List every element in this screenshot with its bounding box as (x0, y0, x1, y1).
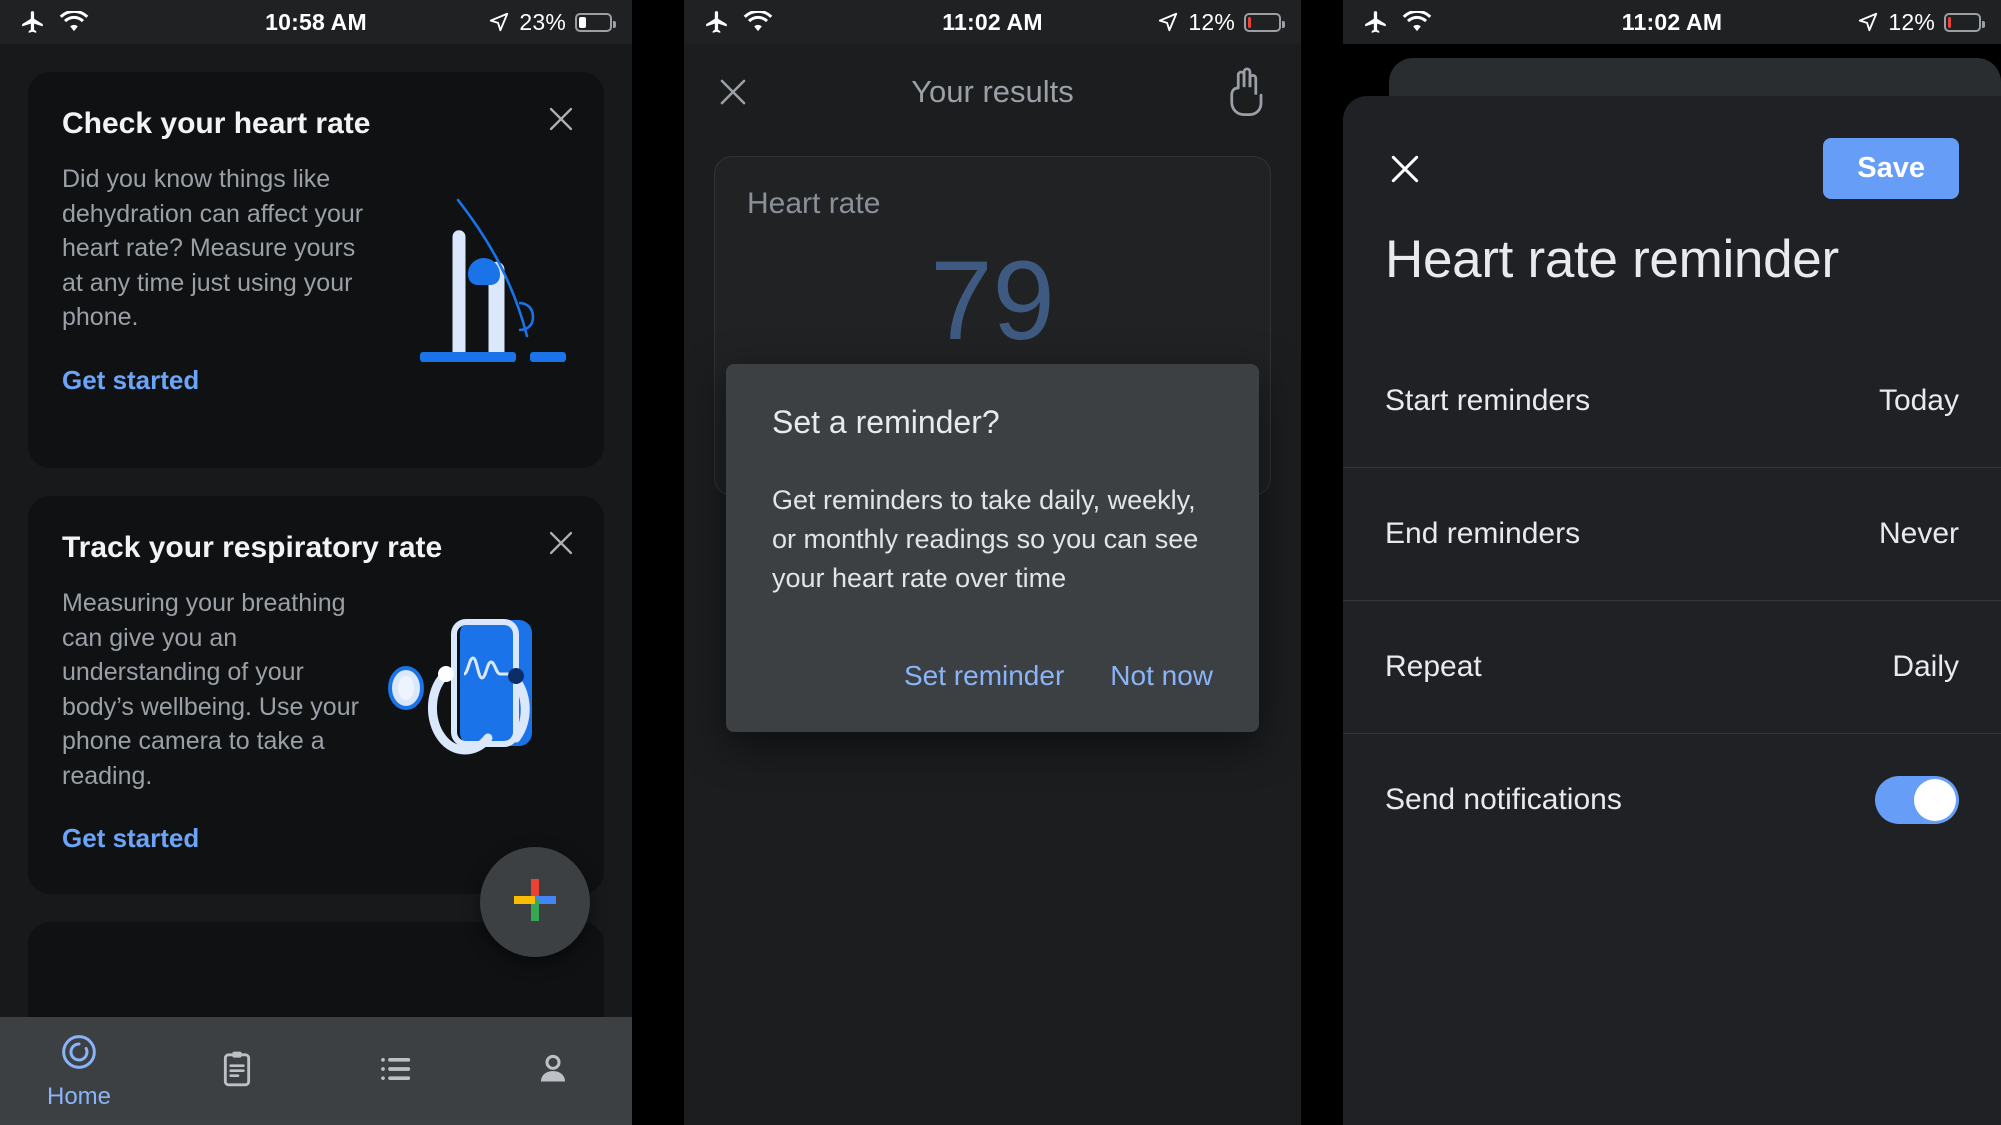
get-started-link[interactable]: Get started (62, 823, 199, 854)
airplane-icon (1363, 9, 1389, 35)
row-value: Never (1878, 517, 1959, 550)
battery-icon (1944, 12, 1985, 32)
fingertip-hand-icon[interactable] (1225, 66, 1271, 118)
toggle-knob (1914, 779, 1956, 821)
battery-percent: 12% (1888, 8, 1935, 35)
sheet-header: Save (1343, 96, 2001, 199)
result-label: Heart rate (747, 187, 881, 220)
google-plus-icon (508, 873, 562, 932)
bottom-navigation: Home (0, 1017, 632, 1125)
panel-divider-2 (1301, 0, 1343, 1125)
set-reminder-button[interactable]: Set reminder (904, 660, 1064, 692)
reminder-sheet: Save Heart rate reminder Start reminders… (1343, 96, 2001, 1125)
battery-percent: 12% (1188, 8, 1235, 35)
location-arrow-icon (1157, 11, 1179, 33)
phone-panel-results: 11:02 AM 12% Your results Heart rate 79 … (684, 0, 1301, 1125)
wifi-icon (1402, 11, 1432, 33)
get-started-link[interactable]: Get started (62, 365, 199, 396)
row-send-notifications[interactable]: Send notifications (1343, 733, 2001, 866)
battery-icon (1244, 12, 1285, 32)
nav-item-label: Home (46, 1082, 112, 1110)
reminder-settings-screen: Save Heart rate reminder Start reminders… (1343, 44, 2001, 1125)
battery-icon (575, 12, 616, 32)
status-bar-panel1: 10:58 AM 23% (0, 0, 632, 44)
card-title: Check your heart rate (62, 107, 371, 140)
activity-ring-icon (59, 1032, 99, 1077)
fingertip-on-phone-illustration (394, 182, 574, 362)
not-now-button[interactable]: Not now (1110, 660, 1213, 692)
row-end-reminders[interactable]: End reminders Never (1343, 467, 2001, 600)
close-icon[interactable] (714, 73, 752, 111)
status-bar-panel2: 11:02 AM 12% (684, 0, 1301, 44)
card-title: Track your respiratory rate (62, 531, 443, 564)
close-icon[interactable] (544, 102, 578, 136)
location-arrow-icon (1857, 11, 1879, 33)
dialog-title: Set a reminder? (772, 404, 1000, 440)
row-label: Send notifications (1385, 783, 1622, 816)
panel-divider (632, 0, 684, 1125)
row-repeat[interactable]: Repeat Daily (1343, 600, 2001, 733)
card-body: Measuring your breathing can give you an… (62, 589, 359, 790)
dialog-body: Get reminders to take daily, weekly, or … (772, 485, 1199, 594)
nav-item-profile[interactable] (474, 1049, 632, 1094)
dialog-actions: Set reminder Not now (772, 660, 1213, 706)
home-feed: Check your heart rate Did you know thing… (0, 44, 632, 1125)
nav-item-journal[interactable] (158, 1049, 316, 1094)
add-button-fab[interactable] (480, 847, 590, 957)
page-title: Heart rate reminder (1385, 230, 1839, 289)
row-value: Daily (1892, 650, 1959, 683)
result-value: 79 (930, 238, 1055, 363)
battery-percent: 23% (519, 8, 566, 35)
card-heart-rate[interactable]: Check your heart rate Did you know thing… (28, 72, 604, 468)
screenshot-stage: 10:58 AM 23% Check your heart rate Did y… (0, 0, 2001, 1125)
nav-item-list[interactable] (316, 1049, 474, 1094)
row-start-reminders[interactable]: Start reminders Today (1343, 334, 2001, 467)
phone-panel-home: 10:58 AM 23% Check your heart rate Did y… (0, 0, 632, 1125)
wifi-icon (743, 11, 773, 33)
close-icon[interactable] (544, 526, 578, 560)
save-button[interactable]: Save (1823, 138, 1959, 199)
page-title: Your results (911, 74, 1074, 109)
close-icon[interactable] (1385, 149, 1425, 189)
profile-icon (533, 1049, 573, 1094)
wifi-icon (59, 11, 89, 33)
send-notifications-toggle[interactable] (1875, 776, 1959, 824)
status-bar-panel3: 11:02 AM 12% (1343, 0, 2001, 44)
nav-item-home[interactable]: Home (0, 1032, 158, 1111)
location-arrow-icon (488, 11, 510, 33)
card-body: Did you know things like dehydration can… (62, 165, 364, 331)
results-header: Your results (684, 44, 1301, 140)
results-screen: Your results Heart rate 79 Set a reminde… (684, 44, 1301, 1125)
stethoscope-phone-illustration (376, 612, 576, 797)
row-label: Repeat (1385, 650, 1482, 683)
list-icon (375, 1049, 415, 1094)
set-reminder-dialog: Set a reminder? Get reminders to take da… (726, 364, 1259, 733)
row-label: End reminders (1385, 517, 1581, 550)
settings-list: Start reminders Today End reminders Neve… (1343, 334, 2001, 866)
row-label: Start reminders (1385, 383, 1591, 417)
phone-panel-reminder-settings: 11:02 AM 12% Save Heart rate reminder St… (1343, 0, 2001, 1125)
airplane-icon (704, 9, 730, 35)
clipboard-icon (217, 1049, 257, 1094)
row-value: Today (1878, 383, 1959, 417)
airplane-icon (20, 9, 46, 35)
card-respiratory-rate[interactable]: Track your respiratory rate Measuring yo… (28, 496, 604, 894)
